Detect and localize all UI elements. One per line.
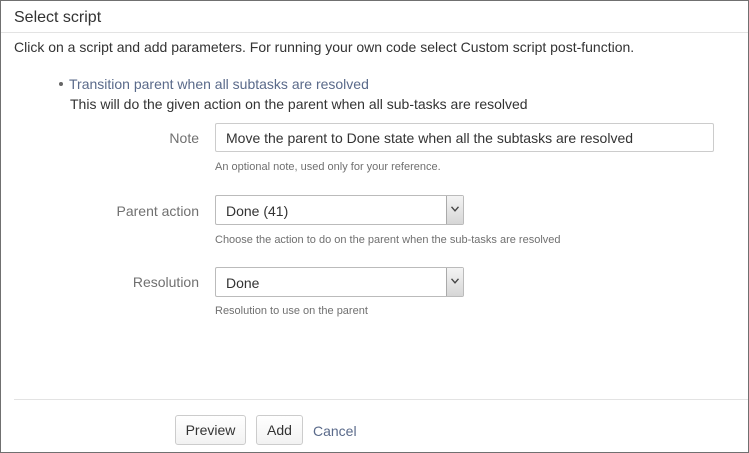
- bullet-icon: [59, 82, 63, 87]
- parent-action-value: Done (41): [226, 203, 289, 219]
- chevron-down-icon[interactable]: [446, 268, 463, 296]
- preview-button[interactable]: Preview: [175, 415, 246, 445]
- parent-action-help-text: Choose the action to do on the parent wh…: [215, 234, 561, 246]
- parent-action-select[interactable]: Done (41): [215, 195, 464, 225]
- footer-divider: [14, 399, 748, 400]
- script-list-item[interactable]: Transition parent when all subtasks are …: [59, 76, 369, 92]
- add-button[interactable]: Add: [256, 415, 303, 445]
- dialog-header: Select script: [1, 1, 748, 33]
- dialog-title: Select script: [14, 9, 102, 26]
- resolution-help-text: Resolution to use on the parent: [215, 305, 368, 317]
- parent-action-label: Parent action: [116, 203, 200, 219]
- note-help-text: An optional note, used only for your ref…: [215, 161, 441, 173]
- script-description: This will do the given action on the par…: [70, 96, 528, 112]
- script-name-link[interactable]: Transition parent when all subtasks are …: [69, 76, 369, 92]
- resolution-label: Resolution: [132, 274, 199, 290]
- select-script-dialog: Select script Click on a script and add …: [0, 0, 749, 453]
- note-input[interactable]: [215, 123, 714, 152]
- note-label: Note: [169, 130, 199, 146]
- resolution-value: Done: [226, 275, 260, 291]
- cancel-link[interactable]: Cancel: [313, 423, 357, 439]
- intro-text: Click on a script and add parameters. Fo…: [14, 39, 635, 55]
- resolution-select[interactable]: Done: [215, 267, 464, 297]
- chevron-down-icon[interactable]: [446, 196, 463, 224]
